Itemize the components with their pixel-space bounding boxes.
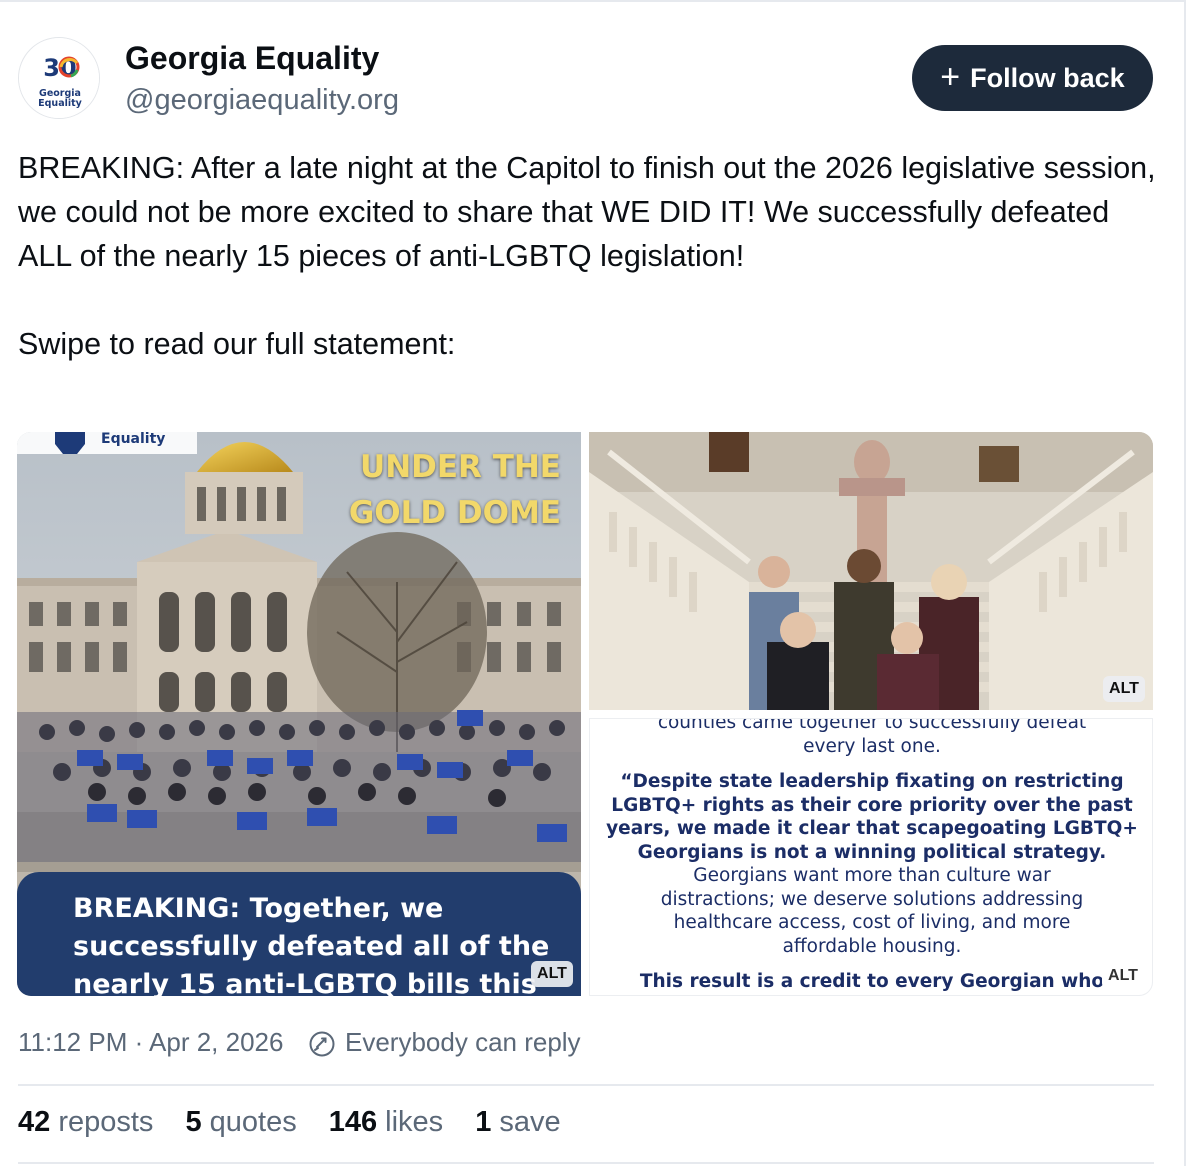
alt-badge[interactable]: ALT — [531, 961, 573, 987]
georgia-equality-30-logo-icon: 30 Georgia Equality — [19, 38, 99, 118]
post-timestamp[interactable]: 11:12 PM · Apr 2, 2026 — [18, 1027, 283, 1058]
quotes-count: 5 — [185, 1106, 202, 1138]
display-name[interactable]: Georgia Equality — [125, 40, 379, 77]
overlay-title: UNDER THE GOLD DOME — [17, 444, 581, 536]
top-border — [0, 0, 1186, 4]
overlay-line: GOLD DOME — [348, 495, 561, 531]
post-paragraph: Swipe to read our full statement: — [18, 327, 456, 361]
statement-line: every last one. — [803, 735, 941, 757]
reposts-stat[interactable]: 42 reposts — [18, 1106, 153, 1139]
statement-text: counties came together to successfully d… — [590, 718, 1152, 994]
likes-label: likes — [385, 1106, 444, 1138]
body-line: Georgians want more than culture war — [693, 865, 1051, 886]
media-image-staircase-group[interactable]: ALT — [589, 432, 1153, 710]
quote-line: LGBTQ+ rights as their core priority ove… — [611, 794, 1133, 816]
post-paragraph: BREAKING: After a late night at the Capi… — [18, 151, 1156, 273]
avatar[interactable]: 30 Georgia Equality — [18, 37, 100, 119]
quotes-label: quotes — [209, 1106, 297, 1138]
likes-stat[interactable]: 146 likes — [329, 1106, 443, 1139]
body-line: healthcare access, cost of living, and m… — [673, 912, 1071, 933]
handle[interactable]: @georgiaequality.org — [125, 84, 399, 117]
body-line: distractions; we deserve solutions addre… — [660, 888, 1084, 910]
media-image-statement[interactable]: counties came together to successfully d… — [589, 718, 1153, 996]
reposts-count: 42 — [18, 1106, 51, 1138]
divider — [18, 1162, 1154, 1164]
follow-back-button[interactable]: + Follow back — [912, 45, 1153, 111]
quote-line: “Despite state leadership fixating on re… — [620, 771, 1124, 792]
alt-badge[interactable]: ALT — [1103, 676, 1145, 702]
quote-line: Georgians is not a winning political str… — [637, 841, 1107, 863]
alt-badge[interactable]: ALT — [1102, 963, 1144, 989]
saves-stat[interactable]: 1 save — [475, 1106, 560, 1139]
svg-text:Equality: Equality — [38, 98, 83, 109]
post-text: BREAKING: After a late night at the Capi… — [18, 146, 1168, 366]
staircase-group-photo — [589, 432, 1153, 710]
final-line: This result is a credit to every Georgia… — [639, 971, 1105, 992]
quote-line: years, we made it clear that scapegoatin… — [606, 818, 1138, 839]
quotes-stat[interactable]: 5 quotes — [185, 1106, 296, 1139]
divider — [18, 1084, 1154, 1086]
saves-label: save — [499, 1106, 561, 1138]
body-line: affordable housing. — [782, 935, 962, 957]
reply-setting[interactable]: Everybody can reply — [345, 1027, 581, 1058]
reposts-label: reposts — [58, 1106, 154, 1138]
engagement-stats: 42 reposts 5 quotes 146 likes 1 save — [18, 1106, 561, 1139]
overlay-line: UNDER THE — [360, 449, 561, 485]
statement-line: counties came together to successfully d… — [657, 718, 1087, 733]
saves-count: 1 — [475, 1106, 492, 1138]
follow-back-label: Follow back — [970, 62, 1125, 93]
media-image-capitol-rally[interactable]: Equality UNDER THE GOLD DOME BREAKING: T… — [17, 432, 581, 996]
reply-settings-icon — [309, 1031, 335, 1057]
likes-count: 146 — [328, 1106, 378, 1138]
breaking-text: BREAKING: Together, we successfully defe… — [73, 893, 550, 996]
plus-icon: + — [940, 57, 961, 96]
breaking-banner: BREAKING: Together, we successfully defe… — [17, 872, 581, 996]
